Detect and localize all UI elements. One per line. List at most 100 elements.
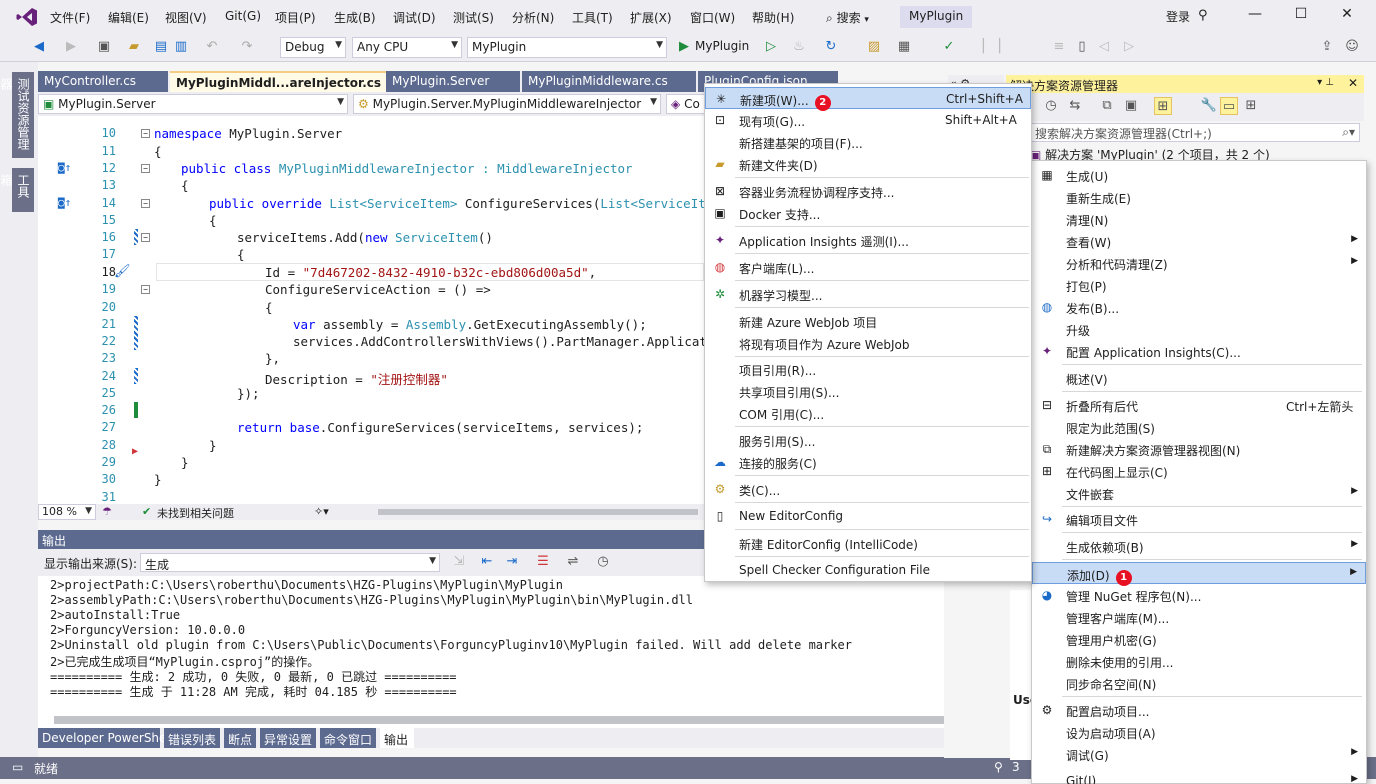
menu-item-debug[interactable]: 调试(G) ▶ [1032, 743, 1366, 765]
menu-project[interactable]: 项目(P) [275, 9, 316, 26]
copy-icon[interactable]: ⧉ [1098, 97, 1116, 115]
menu-item-docker[interactable]: ▣ Docker 支持... [705, 202, 1031, 224]
menu-item-app-insights[interactable]: ✦ 配置 Application Insights(C)... [1032, 340, 1366, 362]
menu-item-add[interactable]: 添加(D) 1 ▶ [1032, 562, 1366, 586]
properties-icon[interactable]: ▣ [1122, 97, 1140, 115]
tab-myplugin-server[interactable]: MyPlugin.Server [386, 71, 520, 92]
menu-item-app-insights-telemetry[interactable]: ✦ Application Insights 遥测(I)... [705, 229, 1031, 251]
menu-item-orchestrator[interactable]: ⊠ 容器业务流程协调程序支持... [705, 180, 1031, 202]
menu-item-editorconfig-intellicode[interactable]: 新建 EditorConfig (IntelliCode) [705, 532, 1031, 554]
spell-check-icon[interactable]: ✓ [940, 38, 958, 56]
configuration-select[interactable]: Debug ▼ [280, 37, 346, 58]
startup-project-select[interactable]: MyPlugin ▼ [467, 37, 667, 58]
start-without-debug-icon[interactable]: ▷ [762, 38, 780, 56]
status-count[interactable]: 3 [1012, 760, 1020, 774]
menu-item-new-webjob[interactable]: 新建 Azure WebJob 项目 [705, 310, 1031, 332]
menu-item-remove-refs[interactable]: 删除未使用的引用... [1032, 650, 1366, 672]
close-panel-icon[interactable]: ✕ [1348, 76, 1358, 90]
menu-item-class[interactable]: ⚙ 类(C)... [705, 478, 1031, 500]
menu-item-connected-services[interactable]: ☁ 连接的服务(C) [705, 451, 1031, 473]
login-button[interactable]: 登录 [1166, 8, 1190, 25]
align-left-icon[interactable]: ▕ [970, 38, 988, 56]
menu-item-existing-item[interactable]: ⊡ 现有项(G)... Shift+Alt+A [705, 109, 1031, 131]
collapse-toggle[interactable]: − [141, 129, 150, 138]
minimize-button[interactable]: — [1240, 6, 1270, 28]
menu-item-user-secrets[interactable]: 管理用户机密(G) [1032, 628, 1366, 650]
menu-item-overview[interactable]: 概述(V) [1032, 367, 1366, 389]
menu-item-upgrade[interactable]: 升级 [1032, 318, 1366, 340]
prev-bookmark-icon[interactable]: ◁ [1095, 38, 1113, 56]
menu-item-set-startup[interactable]: 设为启动项目(A) [1032, 721, 1366, 743]
save-all-icon[interactable]: ▥ [172, 38, 190, 56]
menu-item-client-library[interactable]: ◍ 客户端库(L)... [705, 256, 1031, 278]
menu-tools[interactable]: 工具(T) [572, 9, 613, 26]
show-all-files-icon[interactable]: ⊞ [1154, 97, 1172, 115]
align-right-icon[interactable]: ▏ [995, 38, 1013, 56]
menu-edit[interactable]: 编辑(E) [108, 9, 149, 26]
tab-command-window[interactable]: 命令窗口 [320, 728, 376, 748]
menu-git[interactable]: Git(G) [225, 9, 261, 23]
tab-developer-powershell[interactable]: Developer PowerShell [38, 728, 173, 748]
collapse-all-icon[interactable]: ⇆ [1066, 97, 1084, 115]
undo-icon[interactable]: ↶ [203, 38, 221, 56]
search-menu[interactable]: ⌕ 搜索 ▾ [820, 6, 875, 28]
menu-item-code-map[interactable]: ⊞ 在代码图上显示(C) [1032, 460, 1366, 482]
menu-view[interactable]: 视图(V) [165, 9, 207, 26]
menu-build[interactable]: 生成(B) [334, 9, 376, 26]
override-glyph-icon[interactable]: ◙↑ [58, 196, 71, 209]
back-icon[interactable]: ◀ [30, 38, 48, 56]
menu-window[interactable]: 窗口(W) [690, 9, 735, 26]
next-bookmark-icon[interactable]: ▷ [1120, 38, 1138, 56]
tab-error-list[interactable]: 错误列表 [164, 728, 220, 748]
type-nav-select[interactable]: ⚙ MyPlugin.Server.MyPluginMiddlewareInje… [353, 94, 661, 114]
menu-item-analyze[interactable]: 分析和代码清理(Z) ▶ [1032, 252, 1366, 274]
output-horizontal-scrollbar[interactable] [54, 716, 974, 724]
issues-status[interactable]: 未找到相关问题 [157, 505, 234, 521]
project-nav-select[interactable]: ▣ MyPlugin.Server ▼ [38, 94, 348, 114]
menu-help[interactable]: 帮助(H) [752, 9, 794, 26]
menu-item-file-nesting[interactable]: 文件嵌套 ▶ [1032, 482, 1366, 504]
member-nav-select[interactable]: ◈ Co [666, 94, 706, 114]
menu-extensions[interactable]: 扩展(X) [630, 9, 672, 26]
menu-item-clean[interactable]: 清理(N) [1032, 208, 1366, 230]
start-debug-icon[interactable]: ▶ [675, 38, 693, 56]
menu-item-edit-project[interactable]: ↪ 编辑项目文件 [1032, 508, 1366, 530]
clock-icon[interactable]: ◷ [594, 553, 612, 571]
menu-item-git[interactable]: Git(I) ▶ [1032, 770, 1366, 784]
solution-search-input[interactable]: 搜索解决方案资源管理器(Ctrl+;) ⌕▾ [1030, 123, 1360, 142]
menu-item-service-reference[interactable]: 服务引用(S)... [705, 429, 1031, 451]
restore-button[interactable]: ☐ [1286, 6, 1316, 28]
menu-item-rebuild[interactable]: 重新生成(E) [1032, 186, 1366, 208]
horizontal-scrollbar[interactable] [378, 509, 698, 515]
menu-item-new-folder[interactable]: ▰ 新建文件夹(D) [705, 153, 1031, 175]
tab-middleware-injector[interactable]: MyPluginMiddl...areInjector.cs✕ [170, 71, 386, 92]
save-icon[interactable]: ▤ [152, 38, 170, 56]
test-explorer-tab[interactable]: 测试资源管理器 [0, 72, 34, 158]
collapse-toggle[interactable]: − [141, 233, 150, 242]
refresh-icon[interactable]: ↻ [822, 38, 840, 56]
menu-item-nuget[interactable]: ◕ 管理 NuGet 程序包(N)... [1032, 584, 1366, 606]
tab-mycontroller[interactable]: MyController.cs [38, 71, 168, 92]
next-message-icon[interactable]: ⇥ [503, 553, 521, 571]
live-share-icon[interactable]: ☺ [1343, 38, 1361, 56]
cleanup-icon[interactable]: ✧▾ [314, 505, 329, 518]
layout-icon[interactable]: ▦ [895, 38, 913, 56]
code-editor[interactable]: ◙↑ ◙↑ 🖌 ▶ 10 11 12 13 14 15 16 17 18 19 … [38, 116, 704, 504]
menu-item-editorconfig[interactable]: ▯ New EditorConfig [705, 505, 1031, 527]
zoom-select[interactable]: 108 % ▼ [38, 504, 96, 520]
menu-item-existing-webjob[interactable]: 将现有项目作为 Azure WebJob [705, 332, 1031, 354]
intellicode-icon[interactable]: ☂ [102, 505, 112, 518]
redo-icon[interactable]: ↷ [238, 38, 256, 56]
menu-item-configure-startup[interactable]: ⚙ 配置启动项目... [1032, 699, 1366, 721]
toolbox-tab[interactable]: 工具箱 [0, 168, 34, 212]
menu-item-pack[interactable]: 打包(P) [1032, 274, 1366, 296]
menu-test[interactable]: 测试(S) [453, 9, 494, 26]
new-project-icon[interactable]: ▣ [95, 38, 113, 56]
forward-icon[interactable]: ▶ [62, 38, 80, 56]
menu-item-spell-checker[interactable]: Spell Checker Configuration File [705, 559, 1031, 581]
find-message-icon[interactable]: ⇲ [450, 553, 468, 571]
collapse-toggle[interactable]: − [141, 285, 150, 294]
preview-icon[interactable]: ▭ [1220, 97, 1238, 115]
platform-select[interactable]: Any CPU ▼ [352, 37, 462, 58]
wrench-icon[interactable]: 🔧 [1200, 97, 1218, 115]
